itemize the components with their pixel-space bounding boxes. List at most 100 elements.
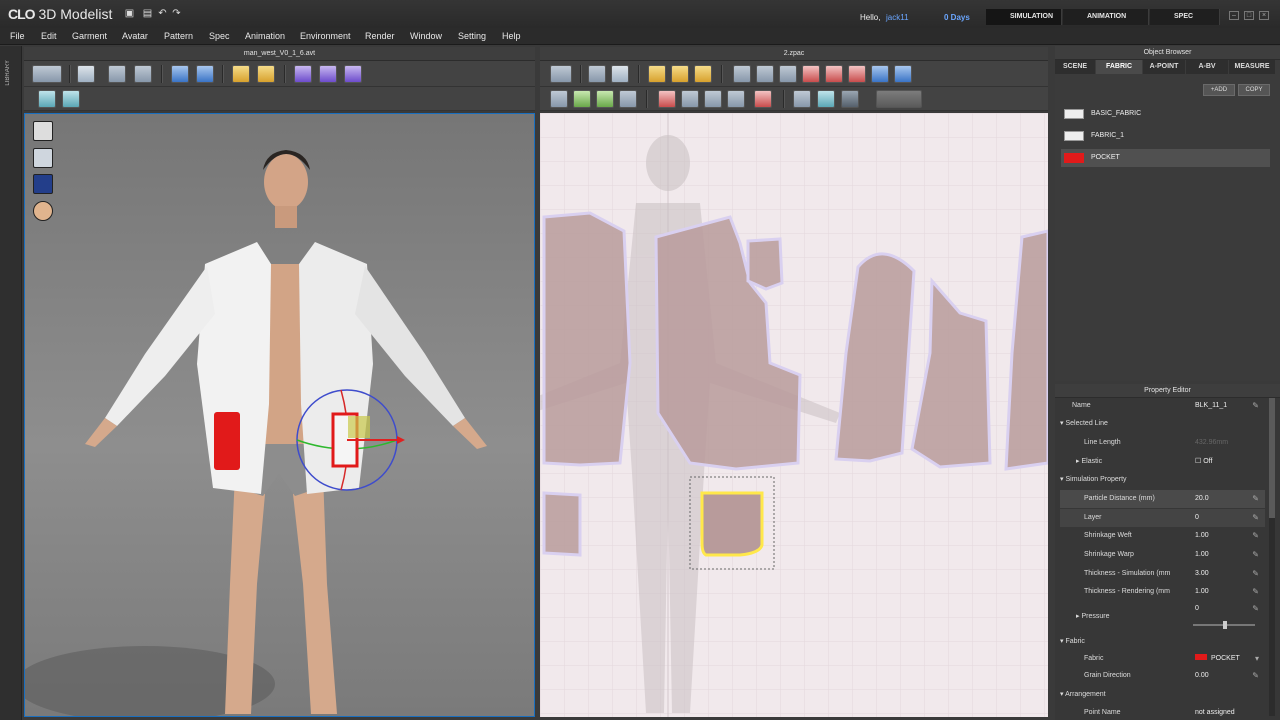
menu-file[interactable]: File bbox=[10, 31, 25, 41]
prop-point-name[interactable]: Point Name not assigned bbox=[1060, 704, 1265, 720]
property-scrollbar[interactable] bbox=[1269, 398, 1275, 716]
tab-a-bv[interactable]: A-BV bbox=[1186, 60, 1228, 74]
prop-layer[interactable]: Layer 0 ✎ bbox=[1060, 509, 1265, 527]
menu-pattern[interactable]: Pattern bbox=[164, 31, 193, 41]
tab-spec[interactable]: SPEC bbox=[1150, 9, 1220, 25]
polygon-tool[interactable] bbox=[733, 65, 751, 83]
username[interactable]: jack11 bbox=[886, 13, 909, 22]
select-move-tool[interactable] bbox=[77, 65, 95, 83]
avatar-select-tool[interactable] bbox=[32, 65, 62, 83]
transform-pattern-tool[interactable] bbox=[588, 65, 606, 83]
garment-tool-2[interactable] bbox=[134, 65, 152, 83]
prop-thickness-simulation[interactable]: Thickness - Simulation (mm 3.00 ✎ bbox=[1060, 565, 1265, 583]
pressure-slider[interactable] bbox=[1193, 621, 1255, 629]
fabric-item-selected[interactable]: POCKET bbox=[1061, 149, 1270, 167]
dart-tool[interactable] bbox=[871, 65, 889, 83]
edit-pattern-tool[interactable] bbox=[611, 65, 629, 83]
fabric-item[interactable]: BASIC_FABRIC bbox=[1061, 105, 1270, 123]
fold-tool-4[interactable] bbox=[727, 90, 745, 108]
add-fabric-button[interactable]: +ADD bbox=[1203, 84, 1235, 96]
trace-tool[interactable] bbox=[894, 65, 912, 83]
menu-render[interactable]: Render bbox=[365, 31, 395, 41]
section-simulation-property[interactable]: ▾ Simulation Property bbox=[1060, 471, 1265, 489]
fit-avatar-icon[interactable] bbox=[33, 121, 53, 141]
arrangement-tool[interactable] bbox=[171, 65, 189, 83]
curve-tool-3[interactable] bbox=[694, 65, 712, 83]
menu-garment[interactable]: Garment bbox=[72, 31, 107, 41]
menu-avatar[interactable]: Avatar bbox=[122, 31, 148, 41]
fold-tool-3[interactable] bbox=[704, 90, 722, 108]
grain-tool[interactable] bbox=[841, 90, 859, 108]
prop-thickness-rendering[interactable]: Thickness - Rendering (mm 1.00 ✎ bbox=[1060, 583, 1265, 601]
copy-fabric-button[interactable]: COPY bbox=[1238, 84, 1270, 96]
internal-rect-tool[interactable] bbox=[825, 65, 843, 83]
circle-tool[interactable] bbox=[779, 65, 797, 83]
section-selected-line[interactable]: ▾ Selected Line bbox=[1060, 415, 1265, 433]
menu-spec[interactable]: Spec bbox=[209, 31, 230, 41]
tab-animation[interactable]: ANIMATION bbox=[1063, 9, 1149, 25]
curve-tool[interactable] bbox=[648, 65, 666, 83]
texture-2d-tool[interactable] bbox=[793, 90, 811, 108]
undo-icon[interactable]: ↶ bbox=[157, 9, 168, 19]
grid-tool[interactable] bbox=[62, 90, 80, 108]
section-fabric[interactable]: ▾ Fabric bbox=[1060, 633, 1265, 651]
check-sewing-tool[interactable] bbox=[619, 90, 637, 108]
texture-tool[interactable] bbox=[38, 90, 56, 108]
tack-tool[interactable] bbox=[294, 65, 312, 83]
menu-window[interactable]: Window bbox=[410, 31, 442, 41]
fold-tool[interactable] bbox=[658, 90, 676, 108]
prop-name[interactable]: Name BLK_11_1 ✎ bbox=[1060, 397, 1265, 415]
segment-sewing-tool[interactable] bbox=[550, 90, 568, 108]
pin-tool-2[interactable] bbox=[257, 65, 275, 83]
curve-tool-2[interactable] bbox=[671, 65, 689, 83]
prop-pressure[interactable]: ▸ Pressure 0 ✎ bbox=[1060, 602, 1265, 620]
prop-shrinkage-weft[interactable]: Shrinkage Weft 1.00 ✎ bbox=[1060, 527, 1265, 545]
menu-help[interactable]: Help bbox=[502, 31, 521, 41]
maximize-icon[interactable]: □ bbox=[1244, 11, 1254, 20]
prop-particle-distance[interactable]: Particle Distance (mm) 20.0 ✎ bbox=[1060, 490, 1265, 508]
tack-tool-3[interactable] bbox=[344, 65, 362, 83]
fold-tool-2[interactable] bbox=[681, 90, 699, 108]
menu-setting[interactable]: Setting bbox=[458, 31, 486, 41]
minimize-icon[interactable]: – bbox=[1229, 11, 1239, 20]
fabric-item[interactable]: FABRIC_1 bbox=[1061, 127, 1270, 145]
garment-view-icon[interactable] bbox=[33, 174, 53, 194]
tab-measure[interactable]: MEASURE bbox=[1229, 60, 1275, 74]
seamline-tool[interactable] bbox=[754, 90, 772, 108]
tab-scene[interactable]: SCENE bbox=[1055, 60, 1095, 74]
tack-tool-2[interactable] bbox=[319, 65, 337, 83]
internal-polygon-tool[interactable] bbox=[802, 65, 820, 83]
menu-animation[interactable]: Animation bbox=[245, 31, 285, 41]
greeting: Hello, bbox=[860, 13, 881, 22]
ruler-slider[interactable] bbox=[876, 90, 922, 108]
skin-view-icon[interactable] bbox=[33, 201, 53, 221]
tab-a-point[interactable]: A-POINT bbox=[1143, 60, 1185, 74]
prop-shrinkage-warp[interactable]: Shrinkage Warp 1.00 ✎ bbox=[1060, 546, 1265, 564]
tab-fabric[interactable]: FABRIC bbox=[1096, 60, 1142, 74]
menu-edit[interactable]: Edit bbox=[41, 31, 57, 41]
open-icon[interactable]: ▤ bbox=[142, 9, 153, 19]
save-icon[interactable]: ▣ bbox=[124, 9, 135, 19]
arrangement-tool-2[interactable] bbox=[196, 65, 214, 83]
simulate-tool[interactable] bbox=[550, 65, 572, 83]
sewing-tool-3[interactable] bbox=[596, 90, 614, 108]
avatar-view-icon[interactable] bbox=[33, 148, 53, 168]
grid-2d-tool[interactable] bbox=[817, 90, 835, 108]
prop-grain-direction[interactable]: Grain Direction 0.00 ✎ bbox=[1060, 667, 1265, 685]
library-strip[interactable] bbox=[0, 46, 22, 720]
rectangle-tool[interactable] bbox=[756, 65, 774, 83]
2d-pattern-window[interactable] bbox=[540, 113, 1048, 717]
internal-circle-tool[interactable] bbox=[848, 65, 866, 83]
free-sewing-tool[interactable] bbox=[573, 90, 591, 108]
prop-elastic[interactable]: ▸ Elastic ☐ Off bbox=[1060, 453, 1265, 471]
garment-tool[interactable] bbox=[108, 65, 126, 83]
redo-icon[interactable]: ↷ bbox=[171, 9, 182, 19]
3d-viewport[interactable] bbox=[24, 113, 535, 717]
close-icon[interactable]: × bbox=[1259, 11, 1269, 20]
menu-environment[interactable]: Environment bbox=[300, 31, 351, 41]
tab-simulation[interactable]: SIMULATION bbox=[986, 9, 1062, 25]
view3d-toolbar-2 bbox=[24, 87, 535, 111]
section-arrangement[interactable]: ▾ Arrangement bbox=[1060, 686, 1265, 704]
prop-fabric[interactable]: Fabric POCKET ▾ bbox=[1060, 650, 1265, 668]
pin-tool[interactable] bbox=[232, 65, 250, 83]
